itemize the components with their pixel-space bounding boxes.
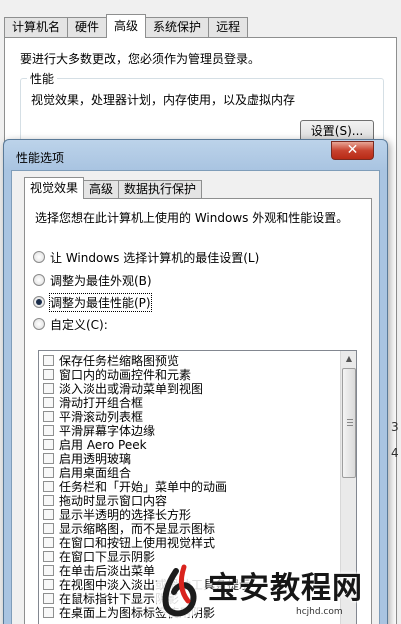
side-fragment-2: 4 — [391, 446, 399, 460]
checkbox[interactable] — [43, 522, 54, 534]
side-fragment-1: 3 — [391, 420, 399, 434]
radio-label: 调整为最佳性能(P) — [49, 292, 152, 312]
scroll-up-icon[interactable]: ▲ — [341, 351, 356, 367]
performance-group-description: 视觉效果，处理器计划，内存使用，以及虚拟内存 — [31, 93, 296, 107]
admin-notice: 要进行大多数更改，您必须作为管理员登录。 — [20, 52, 261, 66]
checkbox[interactable] — [43, 564, 54, 576]
checkbox[interactable] — [43, 480, 54, 492]
checkbox[interactable] — [43, 410, 54, 422]
checkbox[interactable] — [43, 368, 54, 380]
performance-tabs: 视觉效果 高级 数据执行保护 — [24, 177, 203, 199]
tab-data-execution-prevention[interactable]: 数据执行保护 — [118, 180, 203, 199]
tab-advanced-perf[interactable]: 高级 — [83, 180, 120, 199]
watermark-url: hcjhd.com — [296, 607, 343, 617]
checkbox[interactable] — [43, 424, 54, 436]
tab-remote[interactable]: 远程 — [208, 17, 249, 38]
scroll-thumb[interactable] — [342, 368, 356, 478]
radio-button-selected[interactable] — [33, 296, 45, 308]
checkbox[interactable] — [43, 452, 54, 464]
radio-button[interactable] — [33, 318, 45, 330]
radio-label: 让 Windows 选择计算机的最佳设置(L) — [50, 250, 260, 265]
tab-computer-name[interactable]: 计算机名 — [4, 17, 69, 38]
radio-custom[interactable]: 自定义(C): — [33, 316, 108, 332]
radio-best-performance[interactable]: 调整为最佳性能(P) — [33, 292, 152, 312]
radio-button[interactable] — [33, 251, 45, 263]
stylized-d-logo-icon — [154, 564, 206, 619]
tab-visual-effects[interactable]: 视觉效果 — [24, 177, 85, 199]
checkbox[interactable] — [43, 494, 54, 506]
thumb-grip — [347, 425, 353, 426]
tab-hardware[interactable]: 硬件 — [67, 17, 108, 38]
checkbox[interactable] — [43, 606, 54, 618]
performance-options-dialog: 性能选项 ✕ 视觉效果 高级 数据执行保护 选择您想在此计算机上使用的 Wind… — [3, 139, 388, 624]
thumb-grip — [347, 422, 353, 423]
radio-label: 调整为最佳外观(B) — [50, 273, 152, 288]
dialog-title: 性能选项 — [16, 151, 65, 165]
system-properties-tabs: 计算机名 硬件 高级 系统保护 远程 — [4, 14, 249, 38]
checkbox[interactable] — [43, 550, 54, 562]
radio-button[interactable] — [33, 274, 45, 286]
checkbox[interactable] — [43, 382, 54, 394]
checkbox[interactable] — [43, 536, 54, 548]
close-icon: ✕ — [346, 142, 359, 158]
site-watermark: 宝安教程网 hcjhd.com — [150, 555, 400, 624]
radio-label: 自定义(C): — [50, 317, 108, 332]
close-button[interactable]: ✕ — [331, 141, 374, 160]
tab-system-protection[interactable]: 系统保护 — [145, 17, 210, 38]
radio-best-appearance[interactable]: 调整为最佳外观(B) — [33, 272, 152, 288]
dialog-titlebar[interactable]: 性能选项 ✕ — [4, 140, 387, 170]
thumb-grip — [347, 419, 353, 420]
performance-group-title: 性能 — [27, 70, 58, 87]
checkbox[interactable] — [43, 592, 54, 604]
checkbox[interactable] — [43, 508, 54, 520]
checkbox[interactable] — [43, 578, 54, 590]
radio-let-windows-choose[interactable]: 让 Windows 选择计算机的最佳设置(L) — [33, 249, 259, 265]
checkbox[interactable] — [43, 438, 54, 450]
checkbox[interactable] — [43, 354, 54, 366]
tab-advanced[interactable]: 高级 — [106, 14, 147, 38]
visual-effects-description: 选择您想在此计算机上使用的 Windows 外观和性能设置。 — [35, 211, 349, 225]
checkbox[interactable] — [43, 466, 54, 478]
checkbox[interactable] — [43, 396, 54, 408]
watermark-title: 宝安教程网 — [208, 571, 363, 606]
